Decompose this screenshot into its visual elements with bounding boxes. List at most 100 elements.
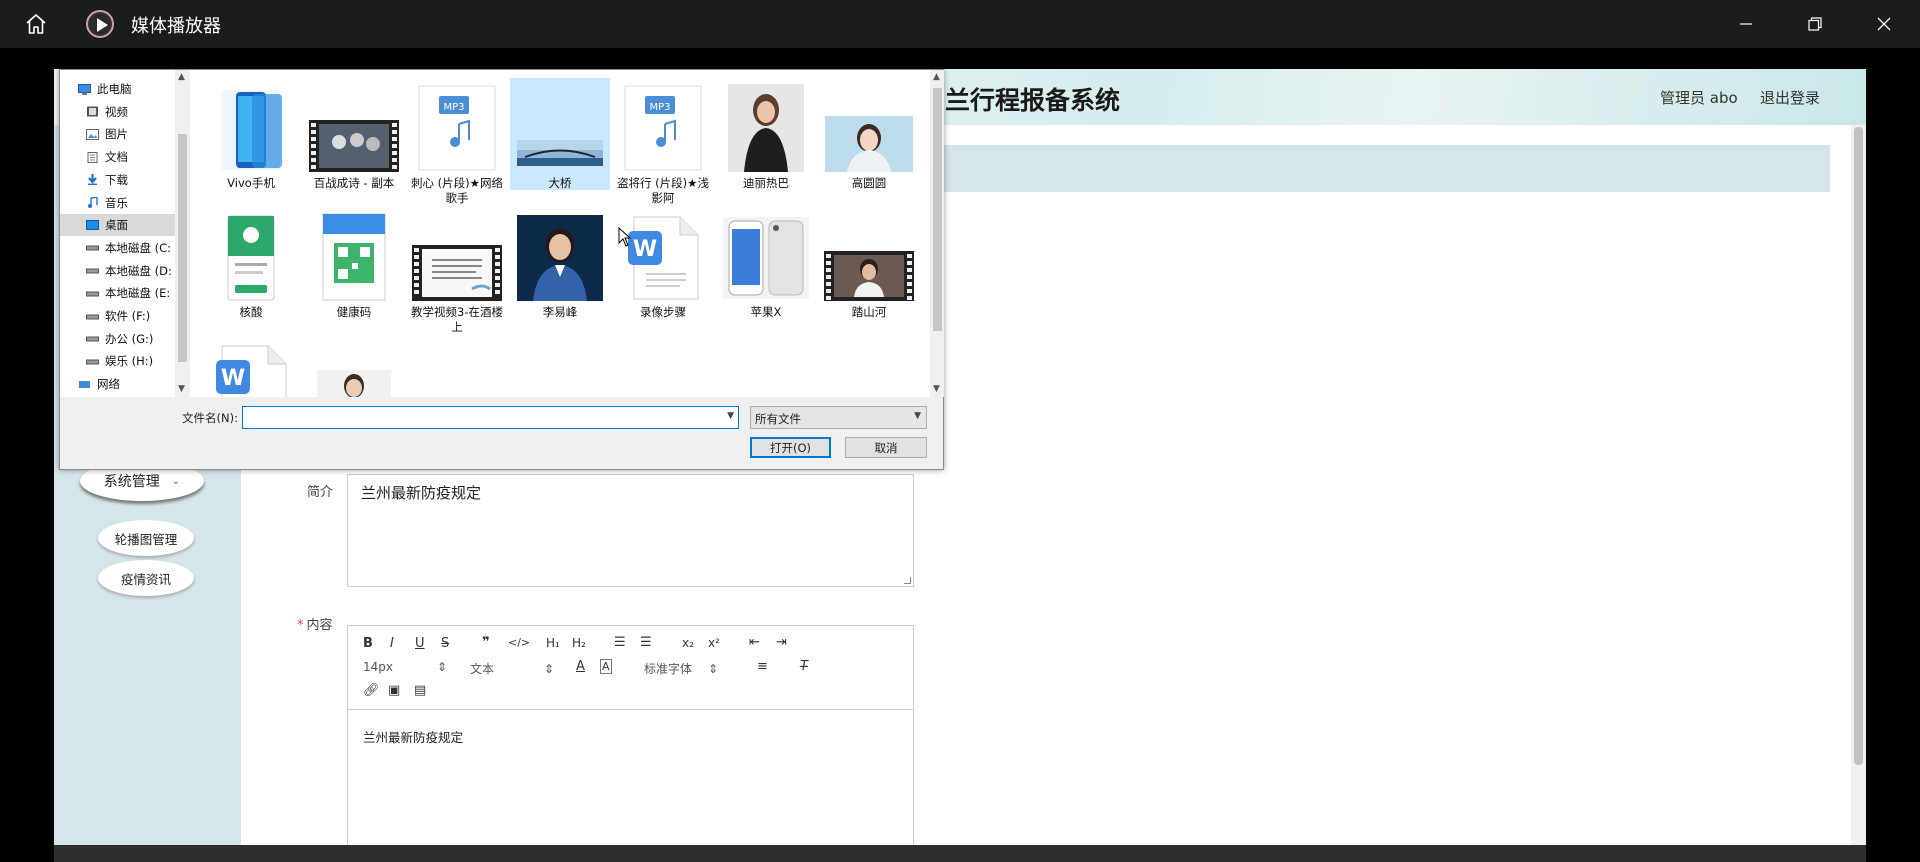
menu-epidemic-news[interactable]: 疫情资讯 (98, 560, 194, 596)
nav-item[interactable]: 网络 (60, 373, 175, 395)
close-icon[interactable] (1860, 0, 1908, 48)
resize-grip-icon[interactable] (904, 577, 911, 584)
block-type-select[interactable]: 文本 ⇕ (470, 660, 554, 677)
nav-item[interactable]: 桌面 (60, 214, 175, 237)
strikethrough-icon[interactable]: S (441, 636, 449, 651)
ordered-list-icon[interactable]: ☰ (614, 635, 626, 650)
underline-icon[interactable]: U (415, 636, 425, 651)
image-icon[interactable]: ▣ (388, 683, 400, 698)
intro-label: 简介 (307, 485, 334, 500)
video-icon[interactable]: ▤ (414, 683, 426, 698)
restore-icon[interactable] (1791, 0, 1839, 48)
chevron-down-icon: ▼ (914, 411, 921, 421)
heading1-icon[interactable]: H₁ (546, 636, 560, 650)
outdent-icon[interactable]: ⇤ (749, 635, 760, 650)
chevron-down-icon[interactable]: ▼ (727, 411, 734, 421)
file-item[interactable]: 迪丽热巴 (716, 78, 816, 190)
media-player-logo-icon (86, 10, 114, 38)
file-item[interactable] (304, 336, 404, 397)
filename-input[interactable]: ▼ (242, 406, 739, 429)
bullet-list-icon[interactable]: ☰ (640, 635, 652, 650)
nav-item[interactable]: 此电脑 (60, 78, 175, 100)
nav-item[interactable]: 办公 (G:) (60, 328, 175, 350)
drive-icon (86, 245, 99, 251)
clear-format-icon[interactable]: T̶ (800, 659, 808, 674)
nav-item[interactable]: 娱乐 (H:) (60, 350, 175, 372)
file-item[interactable]: 百战成诗 - 副本 (304, 78, 404, 190)
nav-item[interactable]: 本地磁盘 (C: (60, 237, 175, 259)
home-icon[interactable] (14, 0, 58, 48)
font-color-icon[interactable]: A (576, 659, 585, 674)
minimize-icon[interactable] (1722, 0, 1770, 48)
menu-carousel-management[interactable]: 轮播图管理 (98, 520, 194, 556)
nav-item[interactable]: 文档 (60, 146, 175, 168)
superscript-icon[interactable]: x² (708, 636, 720, 650)
font-family-select[interactable]: 标准字体 ⇕ (644, 660, 718, 677)
scroll-down-icon[interactable]: ▼ (933, 384, 940, 394)
content-label-text: 内容 (306, 618, 333, 633)
scroll-down-icon[interactable]: ▼ (178, 384, 185, 394)
nav-item-label: 文档 (105, 150, 128, 165)
image-thumbnail-icon (510, 211, 610, 301)
bold-icon[interactable]: B (363, 636, 373, 651)
nav-item[interactable]: 本地磁盘 (E: (60, 282, 175, 304)
file-item[interactable]: 高圆圆 (819, 78, 919, 190)
scroll-up-icon[interactable]: ▲ (933, 72, 940, 82)
file-item[interactable]: MP3 盗将行 (片段)★浅影阿 (613, 78, 713, 205)
nav-item[interactable]: 音乐 (60, 192, 175, 214)
image-thumbnail-icon (819, 82, 919, 172)
intro-textarea[interactable]: 兰州最新防疫规定 (347, 474, 914, 587)
file-list-scrollbar[interactable]: ▲ ▼ (930, 70, 944, 397)
filetype-select[interactable]: 所有文件 ▼ (750, 406, 927, 429)
navigation-pane[interactable]: 此电脑 视频 图片文档下载音乐桌面 本地磁盘 (C: 本地磁盘 (D: 本地磁盘 (E: 软… (60, 70, 175, 397)
file-item[interactable]: 大桥 (510, 78, 610, 190)
file-item-label: 核酸 (239, 305, 263, 319)
nav-item[interactable]: 软件 (F:) (60, 305, 175, 327)
file-item-label: 李易峰 (542, 305, 578, 319)
music-icon (88, 197, 98, 208)
font-family-value: 标准字体 (644, 662, 693, 676)
file-item[interactable]: MP3 刺心 (片段)★网络歌手 (407, 78, 507, 205)
rich-text-editor[interactable]: B I U S ❞ </> H₁ H₂ ☰ ☰ x₂ x² ⇤ ⇥ 14px ⇕ … (347, 625, 914, 862)
file-list-scrollbar-thumb[interactable] (933, 88, 942, 331)
italic-icon[interactable]: I (390, 636, 394, 651)
heading2-icon[interactable]: H₂ (572, 636, 586, 650)
logout-link[interactable]: 退出登录 (1760, 87, 1820, 108)
chevron-down-icon: ⌄ (171, 475, 181, 487)
file-item[interactable]: 教学视频3-在酒楼上 (407, 207, 507, 334)
nav-scrollbar-thumb[interactable] (178, 134, 187, 362)
cancel-button[interactable]: 取消 (845, 437, 927, 458)
file-item[interactable]: 李易峰 (510, 207, 610, 319)
nav-item[interactable]: 图片 (60, 123, 175, 145)
web-scrollbar[interactable] (1851, 125, 1866, 845)
web-scrollbar-thumb[interactable] (1854, 127, 1863, 765)
link-icon[interactable]: 🔗︎ (363, 683, 380, 698)
web-system-title: 兰行程报备系统 (945, 86, 1121, 115)
indent-icon[interactable]: ⇥ (776, 635, 787, 650)
nav-item[interactable]: 下载 (60, 169, 175, 191)
nav-item[interactable]: 本地磁盘 (D: (60, 260, 175, 282)
scroll-up-icon[interactable]: ▲ (178, 72, 185, 82)
nav-scrollbar[interactable]: ▲ ▼ (175, 70, 189, 397)
font-size-select[interactable]: 14px ⇕ (363, 660, 447, 674)
nav-item[interactable]: 视频 (60, 101, 175, 123)
file-item[interactable]: Vivo手机 (201, 78, 301, 190)
file-item[interactable]: W 录像步骤 (613, 207, 713, 319)
quote-icon[interactable]: ❞ (482, 635, 490, 650)
image-thumbnail-icon (304, 211, 404, 301)
file-item[interactable]: 苹果X (716, 207, 816, 319)
drive-icon (86, 359, 99, 365)
file-item[interactable]: W (201, 336, 301, 397)
file-item[interactable]: 踏山河 (819, 207, 919, 319)
file-list[interactable]: Vivo手机 百战成诗 - 副本 MP3 刺心 (片段)★网络歌手 大桥 MP3 盗将行 (… (190, 70, 930, 397)
align-left-icon[interactable]: ≡ (757, 659, 768, 674)
nav-item-label: 音乐 (105, 195, 128, 210)
select-arrows-icon: ⇕ (544, 662, 555, 676)
subscript-icon[interactable]: x₂ (682, 636, 694, 650)
open-button[interactable]: 打开(O) (750, 437, 831, 458)
file-item[interactable]: 核酸 (201, 207, 301, 319)
content-label: * 内容 (297, 614, 333, 633)
background-color-icon[interactable]: A (600, 659, 612, 674)
file-item[interactable]: 健康码 (304, 207, 404, 319)
code-icon[interactable]: </> (508, 636, 530, 649)
